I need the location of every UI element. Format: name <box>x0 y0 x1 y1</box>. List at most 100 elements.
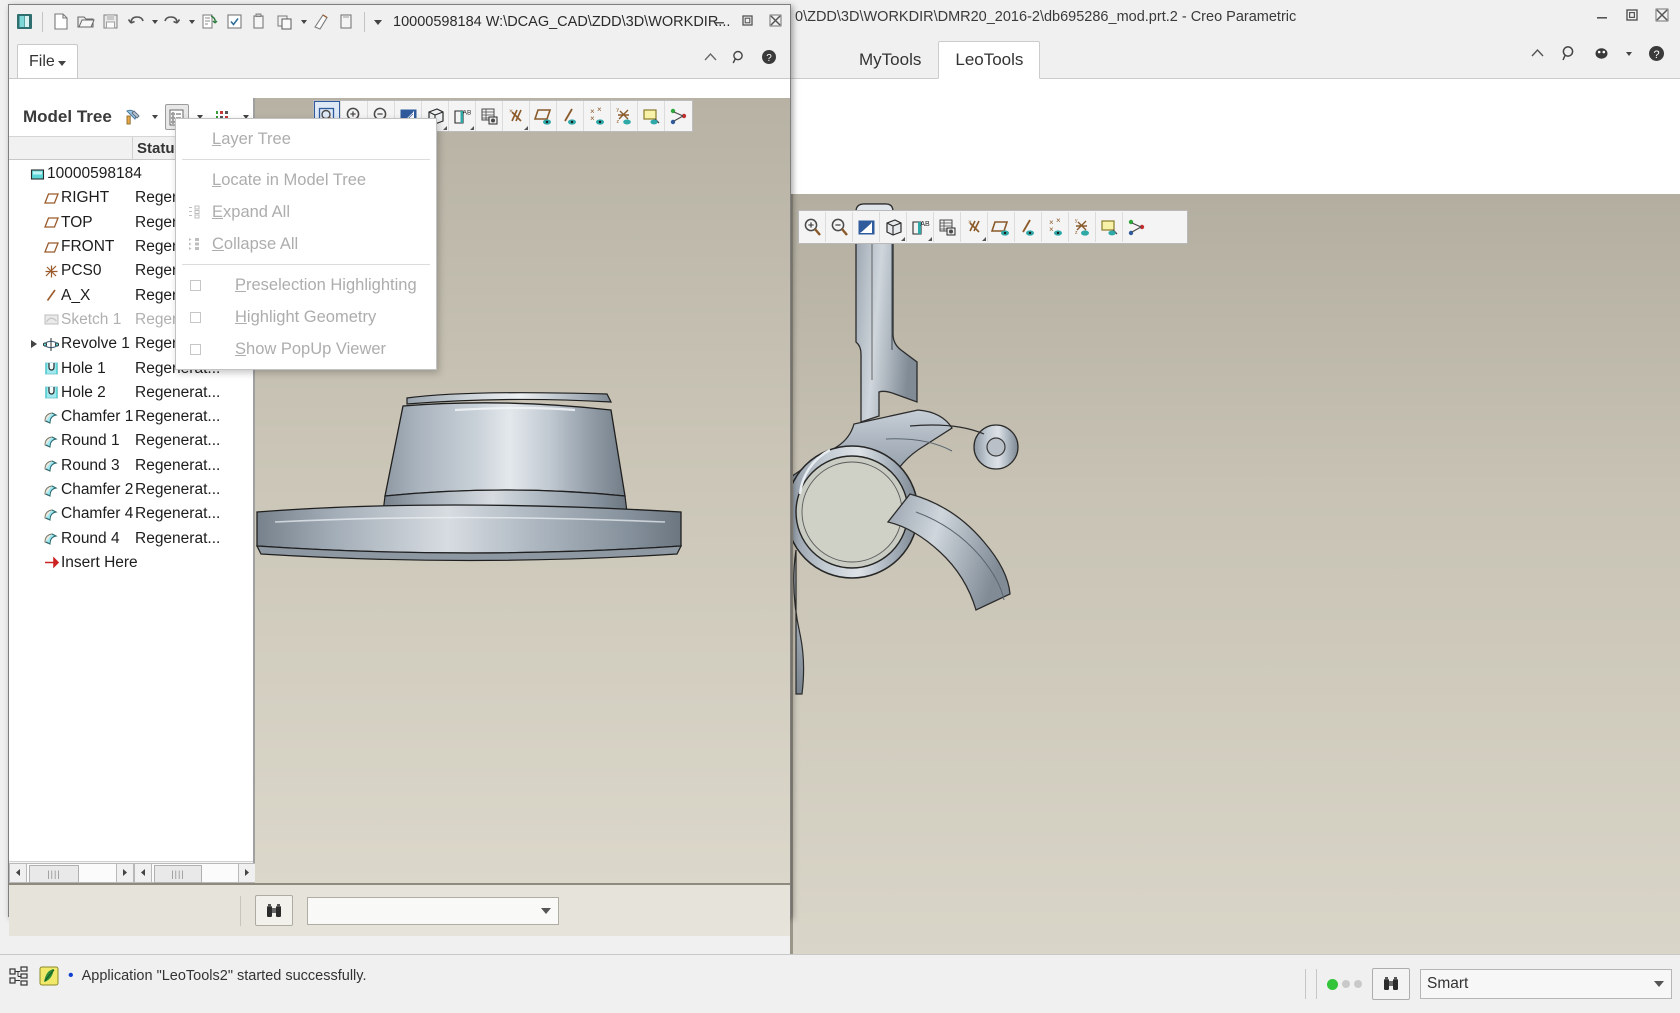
layers-icon[interactable] <box>476 101 503 131</box>
chevron-down-icon[interactable] <box>1624 44 1634 63</box>
child-selection-filter-combo[interactable] <box>307 896 559 925</box>
minimize-icon[interactable] <box>1594 7 1610 23</box>
tab-file[interactable]: File <box>17 44 78 78</box>
layers-icon[interactable] <box>934 212 961 242</box>
leotools-icon[interactable] <box>38 965 60 987</box>
tree-row-chamfer-1[interactable]: Chamfer 1 Regenerat... <box>9 405 253 429</box>
help-icon[interactable]: ? <box>1647 44 1666 63</box>
redo-icon[interactable] <box>161 10 184 34</box>
chevron-down-icon[interactable] <box>541 907 551 914</box>
scroll-right-icon[interactable] <box>238 862 256 883</box>
open-icon[interactable] <box>74 10 97 34</box>
search-icon[interactable] <box>731 49 748 66</box>
menu-item-show-popup-viewer[interactable]: Show PopUp Viewer <box>176 333 436 365</box>
restore-icon[interactable] <box>1624 7 1640 23</box>
tree-row-hole-2[interactable]: Hole 2 Regenerat... <box>9 381 253 405</box>
checkbox-list-icon[interactable] <box>223 10 246 34</box>
filter-dropdown-icon[interactable] <box>150 104 160 130</box>
plane-display-icon[interactable] <box>530 101 557 131</box>
filter-settings-icon[interactable] <box>121 104 145 130</box>
collapse-ribbon-icon[interactable] <box>702 49 719 66</box>
account-icon[interactable] <box>1592 44 1611 63</box>
datum-display-filters-icon[interactable]: × <box>961 212 988 242</box>
tree-row-label: Sketch 1 <box>61 310 122 328</box>
erase-icon[interactable] <box>310 10 333 34</box>
scroll-track[interactable]: |||| <box>27 862 116 883</box>
qat-customize-icon[interactable] <box>371 10 385 34</box>
tree-display-context-menu[interactable]: Layer Tree Locate in Model Tree Expand All… <box>175 118 437 370</box>
scroll-left-icon[interactable] <box>134 862 152 883</box>
axis-display-icon[interactable] <box>1015 212 1042 242</box>
new-icon[interactable] <box>49 10 72 34</box>
zoom-out-icon[interactable] <box>826 212 853 242</box>
chevron-down-icon[interactable] <box>57 61 66 66</box>
close-icon[interactable] <box>768 13 784 29</box>
main-graphics-area[interactable] <box>790 194 1680 954</box>
menu-item-highlight-geometry[interactable]: Highlight Geometry <box>176 301 436 333</box>
spin-center-icon[interactable] <box>665 101 692 131</box>
redo-dropdown-icon[interactable] <box>186 10 196 34</box>
tab-mytools[interactable]: MyTools <box>842 41 938 79</box>
tree-row-chamfer-4[interactable]: Chamfer 4 Regenerat... <box>9 502 253 526</box>
plane-display-icon[interactable] <box>988 212 1015 242</box>
csys-display-icon[interactable]: yz <box>611 101 638 131</box>
restore-icon[interactable] <box>740 13 756 29</box>
save-icon[interactable] <box>99 10 122 34</box>
menu-item-preselection-highlighting[interactable]: Preselection Highlighting <box>176 269 436 301</box>
selection-filter-combo[interactable]: Smart <box>1420 969 1672 999</box>
repaint-icon[interactable] <box>853 212 880 242</box>
paste-icon[interactable] <box>273 10 296 34</box>
background-graphics-toolbar[interactable]: AB × × × × yz <box>798 210 1188 244</box>
zoom-in-icon[interactable] <box>799 212 826 242</box>
menu-checkbox[interactable] <box>190 279 201 291</box>
menu-item-collapse-all[interactable]: Collapse All <box>176 228 436 260</box>
copy-icon[interactable] <box>248 10 271 34</box>
menu-item-expand-all[interactable]: Expand All <box>176 196 436 228</box>
point-display-icon[interactable]: × × × <box>1042 212 1069 242</box>
axis-display-icon[interactable] <box>557 101 584 131</box>
spin-center-icon[interactable] <box>1123 212 1150 242</box>
scroll-thumb[interactable]: |||| <box>154 864 202 883</box>
undo-icon[interactable] <box>124 10 147 34</box>
close-icon[interactable] <box>1654 7 1670 23</box>
search-icon[interactable] <box>1560 44 1579 63</box>
tree-hscrollbar-1[interactable]: |||| <box>9 862 134 883</box>
regenerate-icon[interactable] <box>198 10 221 34</box>
tree-expander[interactable] <box>27 340 41 349</box>
point-display-icon[interactable]: × × × <box>584 101 611 131</box>
scroll-left-icon[interactable] <box>9 862 27 883</box>
paste-dropdown-icon[interactable] <box>298 10 308 34</box>
menu-item-layer-tree[interactable]: Layer Tree <box>176 123 436 155</box>
scroll-track[interactable]: |||| <box>152 862 238 883</box>
tree-row-round-3[interactable]: Round 3 Regenerat... <box>9 454 253 478</box>
undo-dropdown-icon[interactable] <box>149 10 159 34</box>
collapse-ribbon-icon[interactable] <box>1528 44 1547 63</box>
connecting-rod-model <box>790 203 1019 695</box>
help-icon[interactable]: ? <box>760 48 778 66</box>
annotation-display-icon[interactable]: AB <box>907 212 934 242</box>
chevron-down-icon[interactable] <box>1654 981 1664 987</box>
close-window-icon[interactable] <box>335 10 358 34</box>
tree-row-round-1[interactable]: Round 1 Regenerat... <box>9 429 253 453</box>
annotation-plane-icon[interactable] <box>1096 212 1123 242</box>
annotation-display-icon[interactable]: AB <box>449 101 476 131</box>
child-search-button[interactable] <box>255 895 293 926</box>
display-style-icon[interactable] <box>880 212 907 242</box>
tab-leotools[interactable]: LeoTools <box>938 41 1041 79</box>
tree-row-insert-here[interactable]: Insert Here <box>9 551 253 575</box>
datum-display-filters-icon[interactable]: × <box>503 101 530 131</box>
tree-row-chamfer-2[interactable]: Chamfer 2 Regenerat... <box>9 478 253 502</box>
scroll-right-icon[interactable] <box>116 862 134 883</box>
menu-checkbox[interactable] <box>190 311 201 323</box>
annotation-plane-icon[interactable] <box>638 101 665 131</box>
model-tree-toggle-icon[interactable] <box>8 965 30 987</box>
tree-row-round-4[interactable]: Round 4 Regenerat... <box>9 526 253 550</box>
csys-display-icon[interactable]: yz <box>1069 212 1096 242</box>
tree-hscrollbar-2[interactable]: |||| <box>134 862 256 883</box>
menu-item-locate-in-model-tree[interactable]: Locate in Model Tree <box>176 164 436 196</box>
minimize-icon[interactable] <box>712 13 728 29</box>
search-tool-button[interactable] <box>1372 968 1410 1000</box>
creo-logo-icon[interactable] <box>13 10 36 34</box>
scroll-thumb[interactable]: |||| <box>29 864 79 883</box>
menu-checkbox[interactable] <box>190 343 201 355</box>
